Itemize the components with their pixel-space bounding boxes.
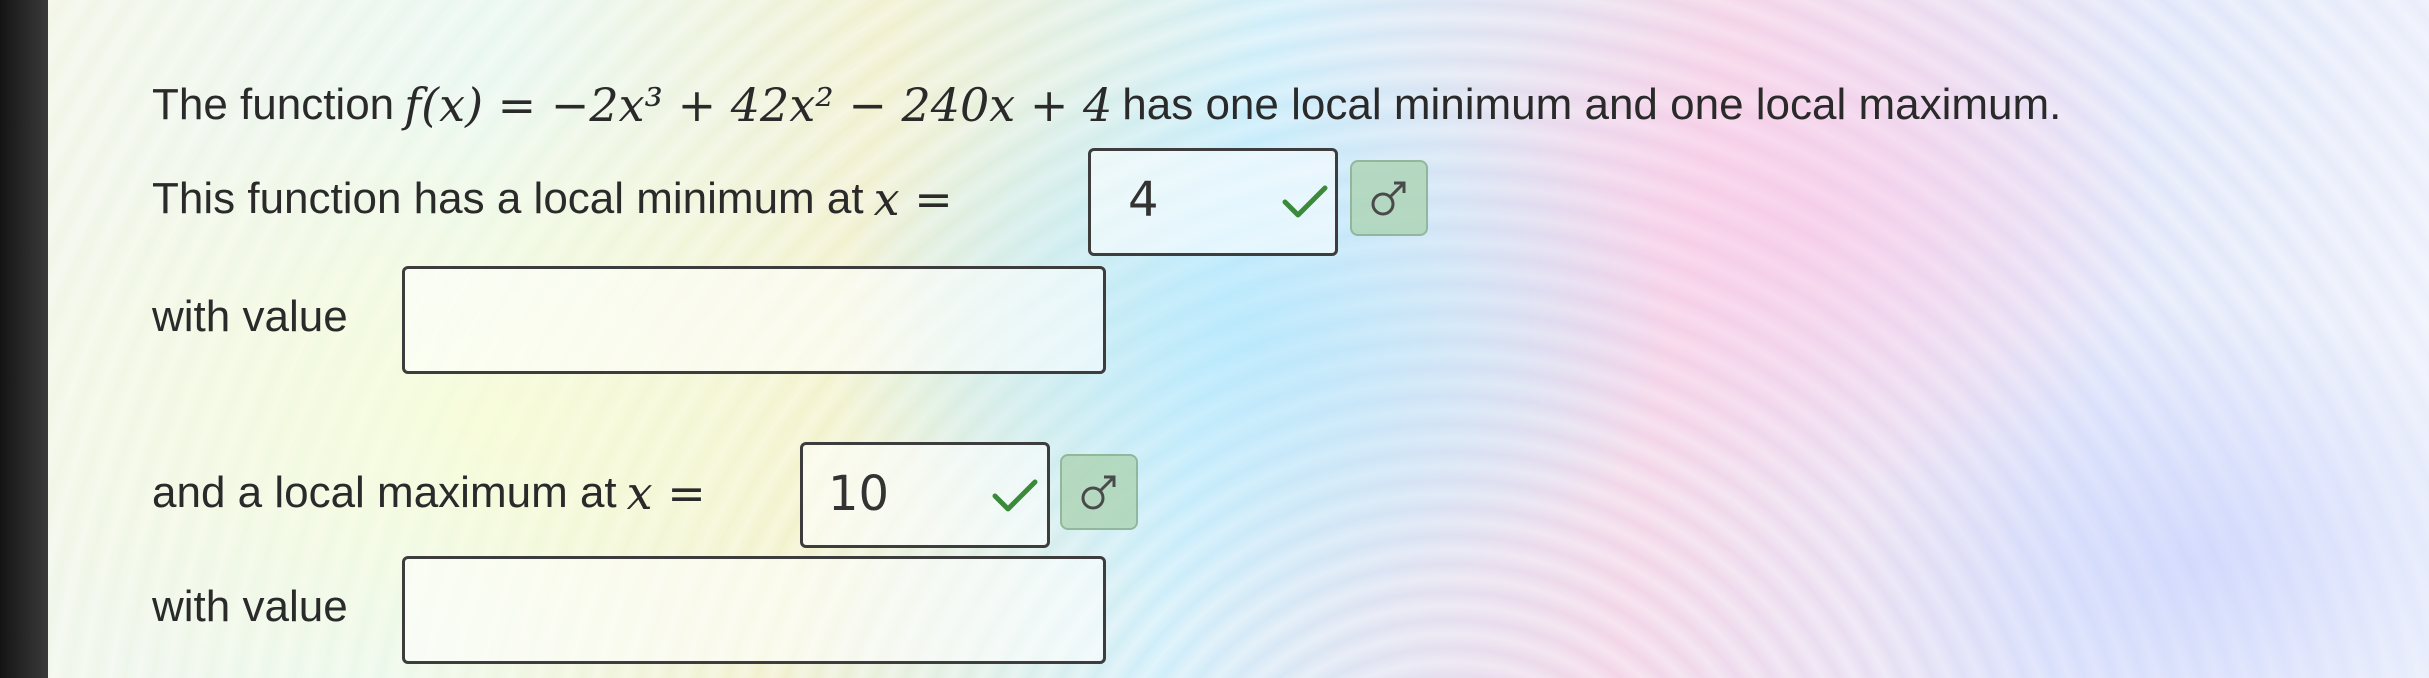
gender-symbol-icon — [1081, 475, 1116, 510]
minimum-value-label: with value — [152, 292, 348, 341]
maximum-var: x = — [626, 466, 706, 520]
maximum-value-input[interactable] — [402, 556, 1106, 664]
hint-button[interactable] — [1350, 160, 1428, 236]
minimum-value-line: with value — [152, 292, 348, 342]
minimum-x-value: 4 — [1128, 172, 1159, 228]
maximum-x-value: 10 — [828, 466, 890, 522]
checkmark-icon — [1282, 185, 1328, 218]
problem-statement: The function f(x) = −2x³ + 42x² − 240x +… — [152, 78, 2061, 132]
problem-intro: The function — [152, 80, 395, 129]
function-expression: f(x) = −2x³ + 42x² − 240x + 4 — [404, 78, 1113, 132]
maximum-label: and a local maximum at — [152, 468, 617, 517]
minimum-var: x = — [873, 172, 953, 226]
screen-bezel — [0, 0, 48, 678]
minimum-line: This function has a local minimum at x = — [152, 172, 953, 226]
maximum-value-label: with value — [152, 582, 348, 631]
minimum-value-input[interactable] — [402, 266, 1106, 374]
hint-button[interactable] — [1060, 454, 1138, 530]
maximum-value-line: with value — [152, 582, 348, 632]
checkmark-icon — [992, 479, 1038, 512]
gender-symbol-icon — [1371, 181, 1406, 216]
problem-outro: has one local minimum and one local maxi… — [1122, 80, 2062, 129]
maximum-line: and a local maximum at x = — [152, 466, 706, 520]
minimum-label: This function has a local minimum at — [152, 174, 864, 223]
